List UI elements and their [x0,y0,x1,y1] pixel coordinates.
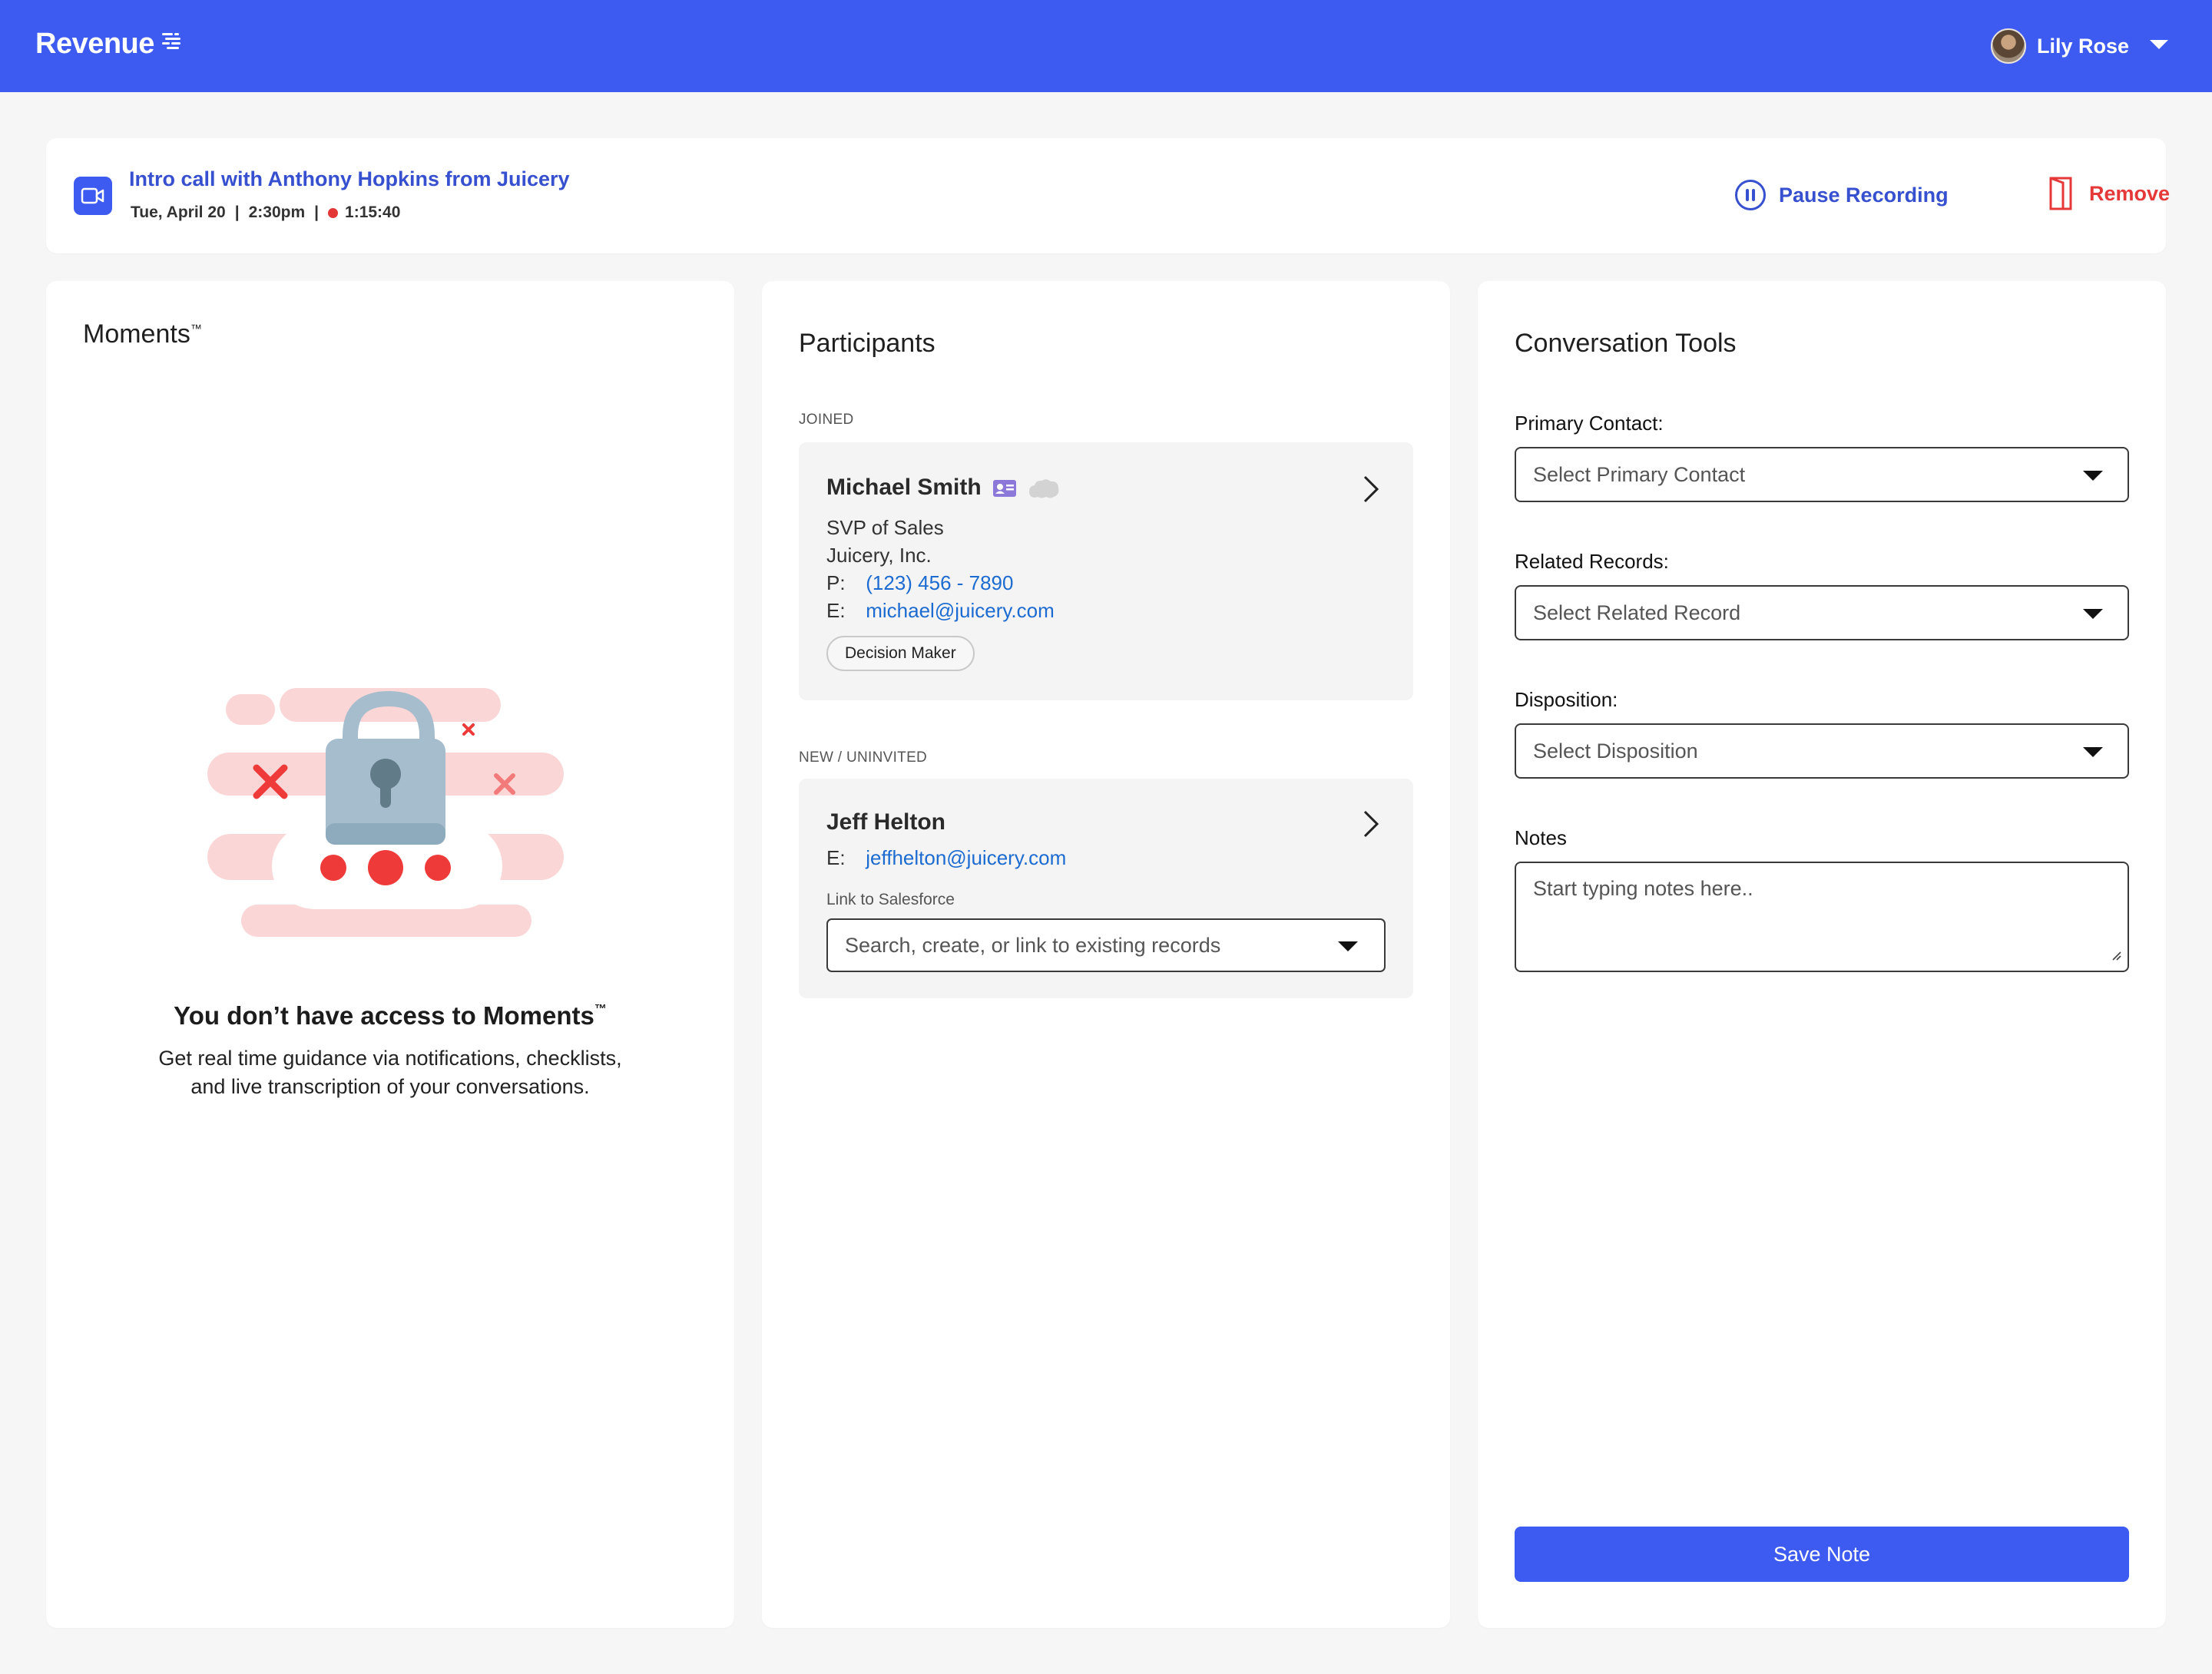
disposition-select[interactable]: Select Disposition [1515,723,2129,779]
related-records-label: Related Records: [1515,550,1669,573]
lock-illustration [207,688,564,937]
participant-name: Michael Smith [826,475,982,500]
caret-down-icon [2083,609,2103,619]
save-note-button[interactable]: Save Note [1515,1527,2129,1582]
participant-phone-row: P: (123) 456 - 7890 [826,571,1014,594]
chevron-right-icon[interactable] [1363,809,1379,842]
no-access-title: You don’t have access to Moments™ [174,1001,607,1030]
participant-email-link[interactable]: michael@juicery.com [866,599,1055,622]
top-bar: Revenue Lily Rose [0,0,2212,92]
call-title[interactable]: Intro call with Anthony Hopkins from Jui… [129,167,570,191]
remove-label: Remove [2089,181,2171,205]
pause-icon [1735,180,1766,210]
participant-email-row: E: jeffhelton@juicery.com [826,846,1067,869]
exit-door-icon [2049,177,2072,210]
moments-panel: Moments™ You don’t have access to Moment… [46,281,734,1628]
notes-textarea[interactable]: Start typing notes here.. [1515,862,2129,972]
primary-contact-select[interactable]: Select Primary Contact [1515,447,2129,502]
call-meta: Tue, April 20 | 2:30pm | 1:15:40 [131,203,400,222]
meta-divider: | [314,203,320,221]
remove-button[interactable]: Remove [2049,177,2170,210]
salesforce-cloud-icon [1028,478,1060,503]
caret-down-icon [1338,941,1358,951]
recording-dot-icon [328,207,339,218]
pause-recording-button[interactable]: Pause Recording [1734,179,1949,211]
participant-email-row: E: michael@juicery.com [826,599,1055,622]
joined-section-label: JOINED [799,412,854,428]
no-access-description: Get real time guidance via notifications… [158,1047,622,1098]
tools-title: Conversation Tools [1515,329,1737,358]
contact-card-icon [992,479,1017,501]
uninvited-section-label: NEW / UNINVITED [799,749,928,766]
call-date: Tue, April 20 [131,203,226,221]
call-time: 2:30pm [248,203,306,221]
conversation-tools-panel: Conversation Tools Primary Contact: Sele… [1478,281,2166,1628]
resize-handle-icon[interactable] [2111,942,2121,966]
chevron-right-icon[interactable] [1363,475,1379,508]
meta-divider: | [234,203,240,221]
video-icon [74,177,112,215]
call-header: Intro call with Anthony Hopkins from Jui… [46,138,2170,253]
participants-title: Participants [799,329,935,358]
notes-label: Notes [1515,826,1567,849]
link-to-salesforce-label: Link to Salesforce [826,891,955,908]
call-duration: 1:15:40 [345,203,401,221]
brand-name: Revenue [35,28,154,60]
disposition-label: Disposition: [1515,688,1618,711]
participant-role: SVP of Sales [826,516,944,539]
participant-card[interactable]: Jeff Helton E: jeffhelton@juicery.com Li… [799,779,1413,998]
pause-recording-label: Pause Recording [1779,183,1949,207]
brand-logo[interactable]: Revenue [35,28,184,61]
brand-lines-icon [161,28,184,61]
caret-down-icon [2083,471,2103,481]
chevron-down-icon[interactable] [2149,38,2169,55]
participant-card[interactable]: Michael Smith SVP of Sales Juicery, Inc.… [799,442,1413,700]
salesforce-record-select[interactable]: Search, create, or link to existing reco… [826,918,1386,972]
related-record-select[interactable]: Select Related Record [1515,585,2129,640]
user-menu[interactable]: Lily Rose [1990,26,2169,66]
primary-contact-label: Primary Contact: [1515,412,1664,435]
participant-phone-link[interactable]: (123) 456 - 7890 [866,571,1013,594]
caret-down-icon [2083,747,2103,757]
decision-maker-tag[interactable]: Decision Maker [826,636,975,671]
user-name: Lily Rose [2036,34,2129,58]
participant-icons [992,478,1060,503]
avatar [1990,28,2026,64]
participant-email-link[interactable]: jeffhelton@juicery.com [866,846,1066,869]
participant-name: Jeff Helton [826,809,946,835]
moments-title: Moments™ [83,319,202,349]
participant-company: Juicery, Inc. [826,544,932,567]
participants-panel: Participants JOINED Michael Smith SVP of… [762,281,1450,1628]
